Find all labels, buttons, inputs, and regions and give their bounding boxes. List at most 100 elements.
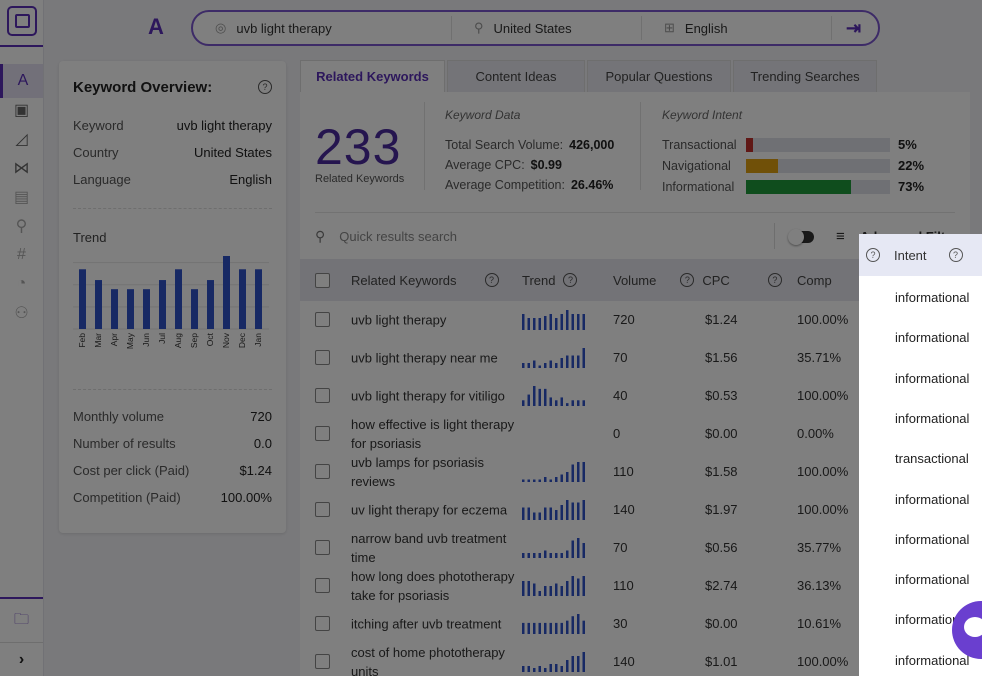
row-checkbox[interactable] bbox=[315, 654, 330, 669]
language-select[interactable]: ⊞ English bbox=[641, 16, 831, 40]
tab-popular-questions[interactable]: Popular Questions bbox=[587, 60, 731, 92]
help-icon[interactable]: ? bbox=[680, 273, 695, 287]
keyword-cell[interactable]: uvb light therapy bbox=[351, 311, 521, 330]
keyword-cell[interactable]: narrow band uvb treatment time bbox=[351, 529, 521, 567]
intent-cell: informational bbox=[895, 652, 970, 668]
sparkline-bar bbox=[527, 581, 530, 596]
login-arrow-icon: ⇥ bbox=[846, 17, 862, 38]
volume-cell: 140 bbox=[613, 654, 635, 669]
tab-related-keywords[interactable]: Related Keywords bbox=[300, 60, 445, 92]
select-all-checkbox[interactable] bbox=[315, 272, 330, 288]
row-checkbox[interactable] bbox=[315, 464, 330, 479]
sparkline-bar bbox=[549, 507, 552, 520]
row-checkbox[interactable] bbox=[315, 540, 330, 555]
intent-bar-fill bbox=[746, 158, 778, 173]
row-checkbox[interactable] bbox=[315, 426, 330, 441]
help-icon[interactable]: ? bbox=[563, 273, 578, 287]
keyword-input[interactable]: ◎ uvb light therapy bbox=[193, 16, 451, 40]
quick-search-input[interactable]: ⚲ Quick results search bbox=[315, 228, 457, 245]
intent-cell: transactional bbox=[895, 451, 969, 467]
keyword-value: uvb light therapy bbox=[236, 20, 332, 36]
stat-label: Cost per click (Paid) bbox=[73, 463, 190, 478]
keyword-cell[interactable]: uv light therapy for eczema bbox=[351, 501, 521, 520]
header-comp[interactable]: Comp bbox=[797, 273, 832, 288]
sparkline-bar bbox=[544, 550, 547, 558]
divider bbox=[73, 208, 272, 209]
trend-sparkline bbox=[522, 538, 585, 558]
sidebar-item-team[interactable]: ⚇ bbox=[0, 296, 43, 330]
header-cpc[interactable]: CPC bbox=[702, 273, 729, 288]
sparkline-bar bbox=[571, 314, 574, 330]
toggle-switch[interactable] bbox=[788, 229, 814, 245]
location-pin-icon: ⚲ bbox=[474, 20, 484, 35]
sparkline-bar bbox=[522, 314, 525, 330]
sparkline-bar bbox=[560, 553, 563, 558]
related-keywords-count-label: Related Keywords bbox=[315, 173, 405, 185]
sparkline-bar bbox=[571, 400, 574, 406]
stat-value: $1.24 bbox=[239, 463, 272, 478]
sparkline-bar bbox=[538, 553, 541, 558]
volume-cell: 720 bbox=[613, 312, 635, 327]
value: 26.46% bbox=[570, 178, 614, 192]
trend-bar-jun bbox=[143, 289, 150, 329]
sparkline-bar bbox=[582, 400, 585, 406]
sparkline-bar bbox=[577, 614, 580, 634]
tab-trending-searches[interactable]: Trending Searches bbox=[733, 60, 877, 92]
sparkline-bar bbox=[566, 355, 569, 368]
sparkline-bar bbox=[577, 502, 580, 520]
sparkline-bar bbox=[522, 581, 525, 596]
sparkline-bar bbox=[522, 363, 525, 368]
search-submit-button[interactable]: ⇥ bbox=[831, 16, 861, 40]
intent-cell: informational bbox=[895, 330, 970, 346]
keyword-cell[interactable]: itching after uvb treatment bbox=[351, 615, 521, 634]
header-trend[interactable]: Trend bbox=[522, 273, 555, 288]
rank-tracker-icon: ◿ bbox=[15, 131, 28, 148]
sparkline-bar bbox=[538, 479, 541, 482]
header-related-keywords[interactable]: Related Keywords bbox=[351, 273, 457, 288]
intent-cell: informational bbox=[895, 531, 970, 547]
cpc-cell: $0.53 bbox=[705, 388, 738, 403]
keyword-cell[interactable]: how effective is light therapy for psori… bbox=[351, 415, 521, 453]
intent-cell: informational bbox=[895, 491, 970, 507]
help-icon[interactable]: ? bbox=[258, 80, 272, 94]
row-checkbox[interactable] bbox=[315, 312, 330, 327]
volume-cell: 110 bbox=[613, 464, 634, 479]
trend-sparkline bbox=[522, 652, 585, 672]
sparkline-bar bbox=[555, 400, 558, 406]
expand-sidebar-button[interactable]: › bbox=[0, 642, 43, 676]
help-icon[interactable]: ? bbox=[948, 248, 963, 262]
keyword-cell[interactable]: uvb light therapy near me bbox=[351, 349, 521, 368]
sparkline-bar bbox=[533, 479, 536, 482]
sparkline-bar bbox=[538, 666, 541, 672]
trend-sparkline bbox=[522, 386, 585, 406]
sparkline-bar bbox=[527, 394, 530, 406]
row-checkbox[interactable] bbox=[315, 502, 330, 517]
stat-value: 100.00% bbox=[220, 490, 272, 505]
intent-bar bbox=[746, 158, 890, 173]
row-checkbox[interactable] bbox=[315, 578, 330, 593]
keyword-cell[interactable]: uvb light therapy for vitiligo bbox=[351, 387, 521, 406]
trend-bar-oct bbox=[207, 280, 214, 329]
country-select[interactable]: ⚲ United States bbox=[451, 16, 641, 40]
app-logo[interactable] bbox=[7, 6, 37, 36]
sparkline-bar bbox=[566, 660, 569, 672]
help-icon[interactable]: ? bbox=[767, 273, 782, 287]
keyword-cell[interactable]: uvb lamps for psoriasis reviews bbox=[351, 453, 521, 491]
row-checkbox[interactable] bbox=[315, 388, 330, 403]
keyword-cell[interactable]: how long does phototherapy take for psor… bbox=[351, 567, 521, 605]
row-checkbox[interactable] bbox=[315, 616, 330, 631]
keyword-cell[interactable]: cost of home phototherapy units bbox=[351, 643, 521, 676]
help-icon[interactable]: ? bbox=[484, 273, 499, 287]
header-volume[interactable]: Volume bbox=[613, 273, 656, 288]
sparkline-bar bbox=[533, 386, 536, 406]
sparkline-bar bbox=[560, 622, 563, 634]
tab-content-ideas[interactable]: Content Ideas bbox=[447, 60, 585, 92]
content-editor-icon: ▣ bbox=[13, 102, 30, 119]
row-checkbox[interactable] bbox=[315, 350, 330, 365]
header-intent[interactable]: Intent bbox=[894, 248, 927, 263]
sparkline-bar bbox=[555, 510, 558, 520]
folder-icon[interactable]: 🗀 bbox=[0, 604, 43, 638]
help-icon[interactable]: ? bbox=[866, 248, 880, 262]
filter-icon[interactable]: ≡ bbox=[836, 228, 845, 245]
sparkline-bar bbox=[533, 318, 536, 330]
